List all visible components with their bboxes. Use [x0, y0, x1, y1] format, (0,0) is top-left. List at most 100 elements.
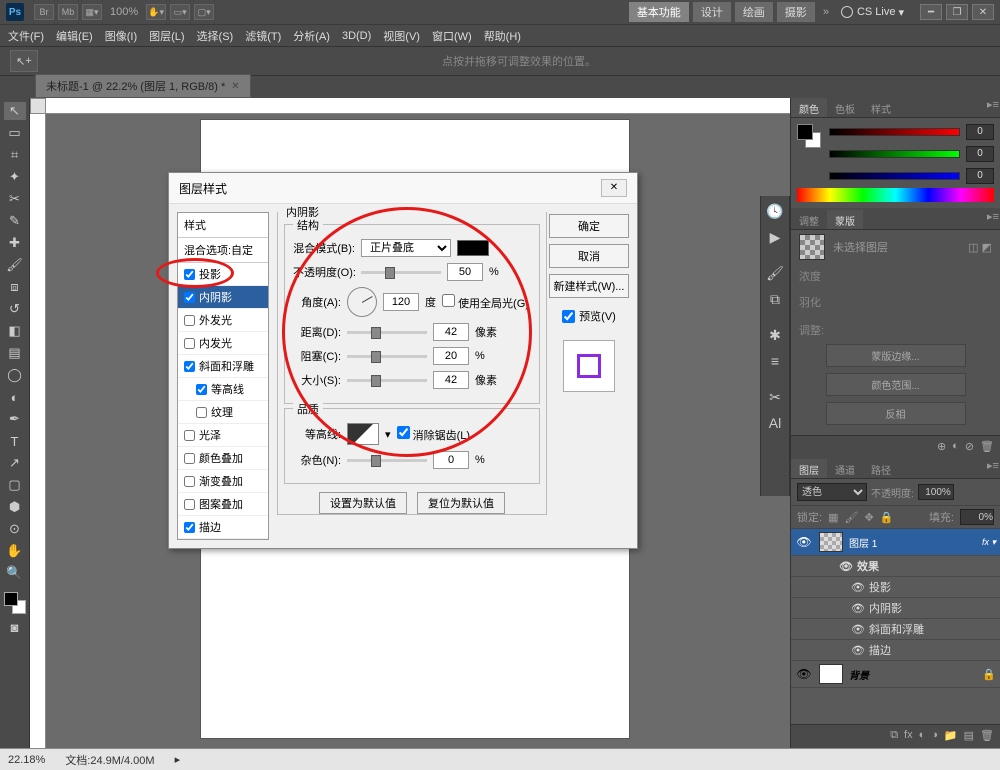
style-item[interactable]: 渐变叠加 — [178, 470, 268, 493]
style-checkbox[interactable] — [184, 499, 195, 510]
green-value[interactable]: 0 — [966, 146, 994, 162]
reset-default-button[interactable]: 复位为默认值 — [417, 492, 505, 514]
style-checkbox[interactable] — [184, 430, 195, 441]
blend-options-item[interactable]: 混合选项:自定 — [178, 238, 268, 263]
brush-panel-icon[interactable]: 🖌 — [764, 262, 786, 284]
tool-preset-icon[interactable]: ✂ — [764, 386, 786, 408]
move-tool[interactable]: ↖ — [4, 102, 26, 120]
style-checkbox[interactable] — [184, 453, 195, 464]
pen-tool[interactable]: ✒ — [4, 410, 26, 428]
window-minimize-button[interactable]: ━ — [920, 4, 942, 20]
style-item[interactable]: 内发光 — [178, 332, 268, 355]
eraser-tool[interactable]: ◧ — [4, 322, 26, 340]
hand-tool-button[interactable]: ✋▾ — [146, 4, 166, 20]
gradient-tool[interactable]: ▤ — [4, 344, 26, 362]
panel-menu-icon[interactable]: ▸≡ — [986, 210, 1000, 224]
style-checkbox[interactable] — [184, 361, 195, 372]
menu-image[interactable]: 图像(I) — [105, 28, 137, 44]
opacity-slider[interactable] — [361, 271, 441, 274]
menu-layer[interactable]: 图层(L) — [149, 28, 184, 44]
tab-mask[interactable]: 蒙版 — [827, 210, 863, 229]
menu-select[interactable]: 选择(S) — [197, 28, 234, 44]
blend-mode-select[interactable]: 正片叠底 — [361, 239, 451, 257]
invert-button[interactable]: 反相 — [826, 402, 966, 425]
red-value[interactable]: 0 — [966, 124, 994, 140]
shape-tool[interactable]: ▢ — [4, 476, 26, 494]
style-checkbox[interactable] — [184, 522, 195, 533]
blue-value[interactable]: 0 — [966, 168, 994, 184]
style-item[interactable]: 颜色叠加 — [178, 447, 268, 470]
style-item[interactable]: 光泽 — [178, 424, 268, 447]
contour-picker[interactable] — [347, 423, 379, 445]
dialog-close-button[interactable]: ✕ — [601, 179, 627, 197]
menu-window[interactable]: 窗口(W) — [432, 28, 472, 44]
3d-camera-tool[interactable]: ⊙ — [4, 520, 26, 538]
char-panel-icon[interactable]: ✱ — [764, 324, 786, 346]
status-zoom[interactable]: 22.18% — [8, 754, 45, 766]
dodge-tool[interactable]: ◐ — [4, 388, 26, 406]
menu-3d[interactable]: 3D(D) — [342, 30, 371, 42]
fx-drop-shadow[interactable]: 👁投影 — [791, 577, 1000, 598]
spectrum-bar[interactable] — [797, 188, 994, 202]
style-item[interactable]: 斜面和浮雕 — [178, 355, 268, 378]
tab-color[interactable]: 颜色 — [791, 98, 827, 117]
style-checkbox[interactable] — [184, 338, 195, 349]
lock-all-icon[interactable]: 🔒 — [880, 511, 894, 524]
adjustment-layer-icon[interactable]: ◑ — [931, 729, 938, 742]
opacity-input[interactable] — [447, 263, 483, 281]
tab-swatches[interactable]: 色板 — [827, 98, 863, 117]
menu-filter[interactable]: 滤镜(T) — [245, 28, 281, 44]
marquee-tool[interactable]: ▭ — [4, 124, 26, 142]
set-default-button[interactable]: 设置为默认值 — [319, 492, 407, 514]
tab-channels[interactable]: 通道 — [827, 459, 863, 478]
style-item[interactable]: 投影 — [178, 263, 268, 286]
size-input[interactable] — [433, 371, 469, 389]
workspace-draw[interactable]: 绘画 — [735, 2, 773, 22]
quick-select-tool[interactable]: ✦ — [4, 168, 26, 186]
lasso-tool[interactable]: ⌗ — [4, 146, 26, 164]
distance-input[interactable] — [433, 323, 469, 341]
ruler-horizontal[interactable] — [46, 98, 790, 114]
panel-menu-icon[interactable]: ▸≡ — [986, 98, 1000, 112]
visibility-icon[interactable]: 👁 — [795, 667, 813, 681]
status-doc-size[interactable]: 文档:24.9M/4.00M — [65, 752, 154, 768]
lock-paint-icon[interactable]: 🖌 — [844, 511, 858, 524]
style-checkbox[interactable] — [196, 384, 207, 395]
document-tab[interactable]: 未标题-1 @ 22.2% (图层 1, RGB/8) * ✕ — [35, 74, 251, 98]
tab-styles[interactable]: 样式 — [863, 98, 899, 117]
size-slider[interactable] — [347, 379, 427, 382]
cancel-button[interactable]: 取消 — [549, 244, 629, 268]
choke-slider[interactable] — [347, 355, 427, 358]
style-checkbox[interactable] — [184, 269, 195, 280]
fill-input[interactable] — [960, 509, 994, 525]
color-range-button[interactable]: 颜色范围... — [826, 373, 966, 396]
style-item[interactable]: 外发光 — [178, 309, 268, 332]
menu-edit[interactable]: 编辑(E) — [56, 28, 93, 44]
opacity-input[interactable] — [918, 484, 954, 500]
delete-layer-icon[interactable]: 🗑 — [980, 729, 994, 742]
global-light-checkbox[interactable] — [442, 294, 455, 307]
tab-layers[interactable]: 图层 — [791, 459, 827, 478]
layer-mask-icon[interactable]: ◐ — [919, 729, 926, 742]
green-slider[interactable] — [829, 150, 960, 158]
screen-mode-button[interactable]: ▢▾ — [194, 4, 214, 20]
shadow-color-swatch[interactable] — [457, 240, 489, 256]
layer-row-background[interactable]: 👁 背景 🔒 — [791, 661, 1000, 688]
current-tool-icon[interactable]: ↖+ — [10, 50, 38, 72]
noise-slider[interactable] — [347, 459, 427, 462]
para-panel-icon[interactable]: ≡ — [764, 350, 786, 372]
view-extras-button[interactable]: ▦▾ — [82, 4, 102, 20]
ok-button[interactable]: 确定 — [549, 214, 629, 238]
link-layers-icon[interactable]: ⧉ — [890, 729, 898, 742]
color-swatches[interactable] — [4, 592, 26, 614]
zoom-level-display[interactable]: 100% — [110, 6, 138, 18]
mask-edge-button[interactable]: 蒙版边缘... — [826, 344, 966, 367]
healing-tool[interactable]: ✚ — [4, 234, 26, 252]
new-layer-icon[interactable]: ▤ — [964, 729, 974, 742]
distance-slider[interactable] — [347, 331, 427, 334]
layer-row-layer1[interactable]: 👁 图层 1 fx ▾ — [791, 529, 1000, 556]
style-checkbox[interactable] — [196, 407, 207, 418]
brush-tool[interactable]: 🖌 — [4, 256, 26, 274]
blend-mode-select[interactable]: 透色 — [797, 483, 867, 501]
style-checkbox[interactable] — [184, 292, 195, 303]
